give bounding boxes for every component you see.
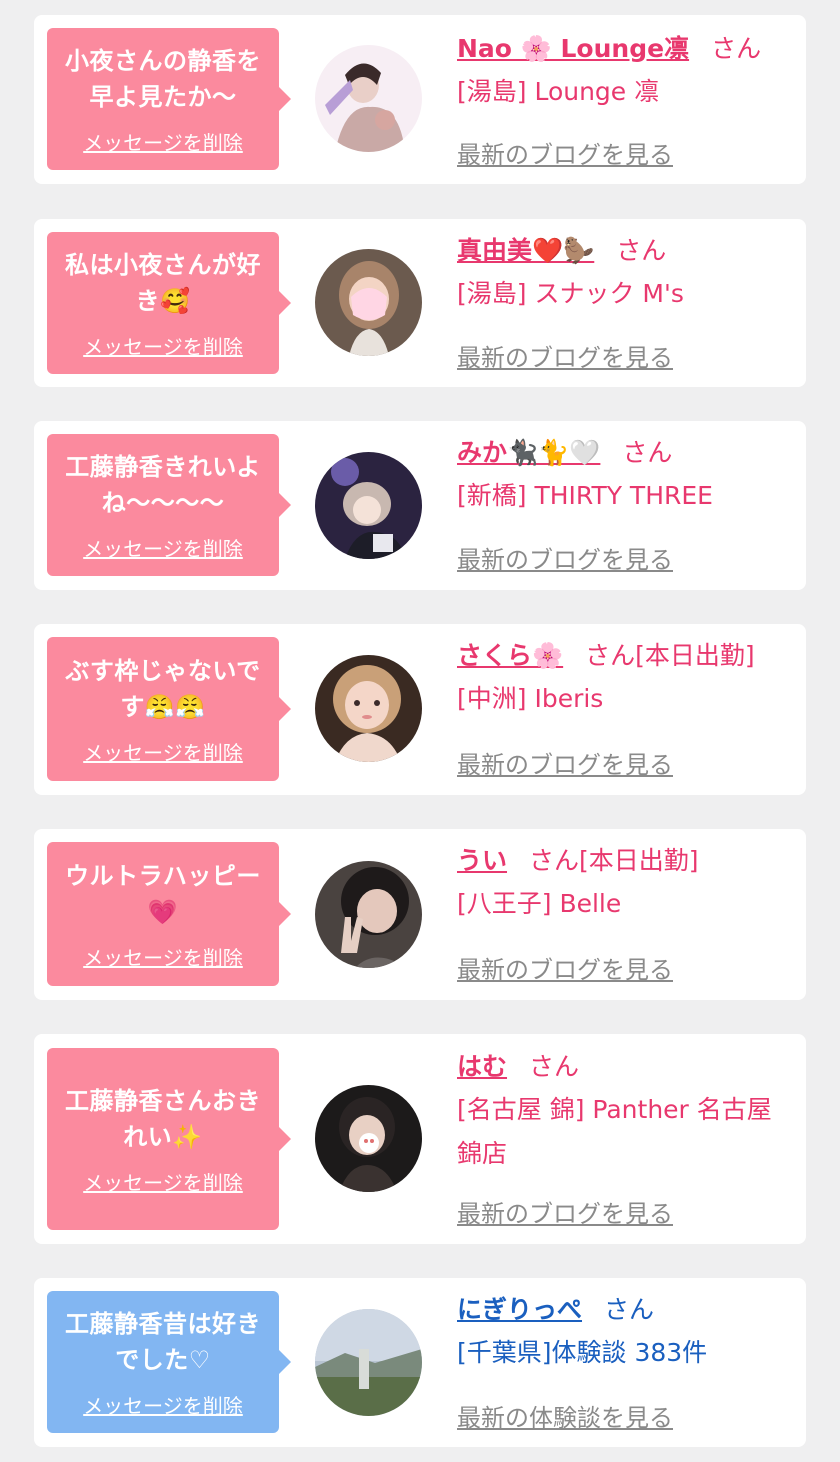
sender-name-link[interactable]: にぎりっぺ (457, 1295, 582, 1324)
sender-name-link[interactable]: Nao 🌸 Lounge凛 (457, 34, 689, 63)
message-text: 工藤静香昔は好きでした♡ (65, 1309, 261, 1374)
status-badge: [本日出勤] (635, 641, 755, 670)
message-bubble: 工藤静香昔は好きでした♡ メッセージを削除 (47, 1291, 291, 1433)
avatar[interactable] (315, 655, 422, 762)
message-bubble: 工藤静香きれいよね〜〜〜〜 メッセージを削除 (47, 434, 291, 576)
message-bubble: 小夜さんの静香を早よ見たか〜 メッセージを削除 (47, 28, 291, 170)
shop-name: [中洲] Iberis (457, 684, 604, 713)
honorific: さん (585, 641, 636, 670)
message-text: 工藤静香きれいよね〜〜〜〜 (65, 452, 261, 517)
message-bubble: ぶす枠じゃないです😤😤 メッセージを削除 (47, 637, 291, 781)
avatar[interactable] (315, 861, 422, 968)
message-list: 小夜さんの静香を早よ見たか〜 メッセージを削除 Nao 🌸 Lounge凛 さん … (0, 0, 840, 1462)
honorific: さん (529, 1052, 580, 1081)
message-card: 工藤静香きれいよね〜〜〜〜 メッセージを削除 みか🐈‍⬛🐈🤍 さん [新橋] TH… (34, 421, 806, 590)
latest-blog-link[interactable]: 最新のブログを見る (457, 745, 673, 780)
shop-name: [八王子] Belle (457, 889, 622, 918)
message-bubble: 私は小夜さんが好き🥰 メッセージを削除 (47, 232, 291, 374)
message-text: ぶす枠じゃないです😤😤 (65, 656, 261, 721)
latest-review-link[interactable]: 最新の体験談を見る (457, 1398, 673, 1433)
delete-message-link[interactable]: メッセージを削除 (83, 1390, 243, 1419)
honorific: さん (622, 438, 673, 467)
delete-message-link[interactable]: メッセージを削除 (83, 127, 243, 156)
avatar[interactable] (315, 1309, 422, 1416)
sender-info: にぎりっぺ さん [千葉県]体験談 383件 (457, 1290, 792, 1375)
message-card: 工藤静香昔は好きでした♡ メッセージを削除 にぎりっぺ さん [千葉県]体験談 3… (34, 1278, 806, 1447)
delete-message-link[interactable]: メッセージを削除 (83, 331, 243, 360)
latest-blog-link[interactable]: 最新のブログを見る (457, 135, 673, 170)
sender-info: 真由美❤️🦫 さん [湯島] スナック M's (457, 231, 792, 316)
delete-message-link[interactable]: メッセージを削除 (83, 737, 243, 766)
shop-name: [名古屋 錦] Panther 名古屋錦店 (457, 1095, 772, 1168)
honorific: さん (711, 34, 762, 63)
sender-info: うい さん[本日出勤] [八王子] Belle (457, 841, 792, 926)
shop-name: [湯島] Lounge 凛 (457, 77, 660, 106)
latest-blog-link[interactable]: 最新のブログを見る (457, 950, 673, 985)
message-text: ウルトラハッピー💗 (65, 861, 261, 926)
latest-blog-link[interactable]: 最新のブログを見る (457, 338, 673, 373)
message-text: 私は小夜さんが好き🥰 (65, 250, 261, 315)
delete-message-link[interactable]: メッセージを削除 (83, 1167, 243, 1196)
message-card: 私は小夜さんが好き🥰 メッセージを削除 真由美❤️🦫 さん [湯島] スナック M… (34, 219, 806, 387)
status-badge: [本日出勤] (579, 846, 699, 875)
sender-info: みか🐈‍⬛🐈🤍 さん [新橋] THIRTY THREE (457, 433, 792, 518)
sender-name-link[interactable]: さくら🌸 (457, 641, 563, 670)
delete-message-link[interactable]: メッセージを削除 (83, 942, 243, 971)
message-card: ぶす枠じゃないです😤😤 メッセージを削除 さくら🌸 さん[本日出勤] [中洲] I… (34, 624, 806, 795)
honorific: さん (616, 236, 667, 265)
latest-blog-link[interactable]: 最新のブログを見る (457, 1194, 673, 1229)
sender-name-link[interactable]: 真由美❤️🦫 (457, 236, 594, 265)
sender-name-link[interactable]: はむ (457, 1052, 507, 1081)
message-card: 小夜さんの静香を早よ見たか〜 メッセージを削除 Nao 🌸 Lounge凛 さん … (34, 15, 806, 184)
avatar[interactable] (315, 1085, 422, 1192)
message-card: 工藤静香さんおきれい✨ メッセージを削除 はむ さん [名古屋 錦] Panthe… (34, 1034, 806, 1244)
avatar[interactable] (315, 249, 422, 356)
delete-message-link[interactable]: メッセージを削除 (83, 533, 243, 562)
sender-info: はむ さん [名古屋 錦] Panther 名古屋錦店 (457, 1047, 792, 1176)
sender-name-link[interactable]: うい (457, 846, 507, 875)
message-card: ウルトラハッピー💗 メッセージを削除 うい さん[本日出勤] [八王子] Bell… (34, 829, 806, 1000)
latest-blog-link[interactable]: 最新のブログを見る (457, 540, 673, 575)
message-text: 小夜さんの静香を早よ見たか〜 (65, 46, 261, 111)
shop-name: [湯島] スナック M's (457, 279, 684, 308)
honorific: さん (529, 846, 580, 875)
shop-name: [千葉県]体験談 383件 (457, 1338, 708, 1367)
sender-info: さくら🌸 さん[本日出勤] [中洲] Iberis (457, 636, 792, 721)
sender-name-link[interactable]: みか🐈‍⬛🐈🤍 (457, 438, 600, 467)
honorific: さん (604, 1295, 655, 1324)
message-bubble: ウルトラハッピー💗 メッセージを削除 (47, 842, 291, 986)
avatar[interactable] (315, 452, 422, 559)
sender-info: Nao 🌸 Lounge凛 さん [湯島] Lounge 凛 (457, 29, 792, 114)
shop-name: [新橋] THIRTY THREE (457, 481, 713, 510)
message-bubble: 工藤静香さんおきれい✨ メッセージを削除 (47, 1048, 291, 1230)
message-text: 工藤静香さんおきれい✨ (65, 1086, 261, 1151)
avatar[interactable] (315, 45, 422, 152)
